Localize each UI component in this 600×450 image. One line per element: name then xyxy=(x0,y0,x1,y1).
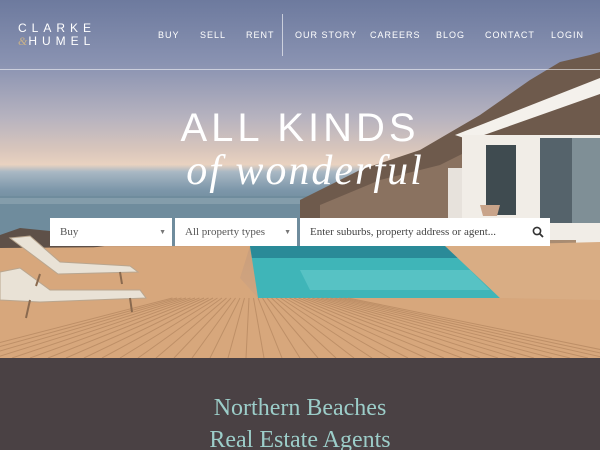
hero-banner: CLARKE &HUMEL BUY SELL RENT OUR STORY CA… xyxy=(0,0,600,358)
chevron-down-icon: ▼ xyxy=(159,228,166,236)
section-title-line-2: Real Estate Agents xyxy=(209,427,391,450)
nav-rent[interactable]: RENT xyxy=(246,30,275,40)
search-icon[interactable] xyxy=(532,226,544,238)
listing-type-select[interactable]: Buy ▼ xyxy=(50,218,172,246)
top-navigation: CLARKE &HUMEL BUY SELL RENT OUR STORY CA… xyxy=(0,0,600,70)
nav-login[interactable]: LOGIN xyxy=(551,30,584,40)
logo-line-2-text: HUMEL xyxy=(28,34,96,48)
nav-careers[interactable]: CAREERS xyxy=(370,30,421,40)
search-placeholder: Enter suburbs, property address or agent… xyxy=(310,226,497,238)
brand-logo[interactable]: CLARKE &HUMEL xyxy=(18,22,96,48)
property-type-select[interactable]: All property types ▼ xyxy=(175,218,297,246)
listing-type-value: Buy xyxy=(60,226,79,238)
headline-script: of wonderful xyxy=(186,148,424,194)
headline-main: ALL KINDS xyxy=(180,106,420,150)
nav-sell[interactable]: SELL xyxy=(200,30,226,40)
nav-buy[interactable]: BUY xyxy=(158,30,180,40)
intro-section: Northern Beaches Real Estate Agents xyxy=(0,358,600,450)
section-title-line-1: Northern Beaches xyxy=(213,395,387,421)
nav-divider xyxy=(282,14,283,56)
nav-our-story[interactable]: OUR STORY xyxy=(295,30,357,40)
property-type-value: All property types xyxy=(185,226,266,238)
search-input[interactable]: Enter suburbs, property address or agent… xyxy=(300,218,550,246)
nav-contact[interactable]: CONTACT xyxy=(485,30,535,40)
hero-headline: ALL KINDS of wonderful xyxy=(0,105,600,194)
property-search-bar: Buy ▼ All property types ▼ Enter suburbs… xyxy=(50,218,550,246)
chevron-down-icon: ▼ xyxy=(284,228,291,236)
logo-ampersand: & xyxy=(18,34,28,48)
logo-line-2: &HUMEL xyxy=(18,35,96,48)
nav-blog[interactable]: BLOG xyxy=(436,30,465,40)
section-title: Northern Beaches Real Estate Agents xyxy=(0,392,600,450)
